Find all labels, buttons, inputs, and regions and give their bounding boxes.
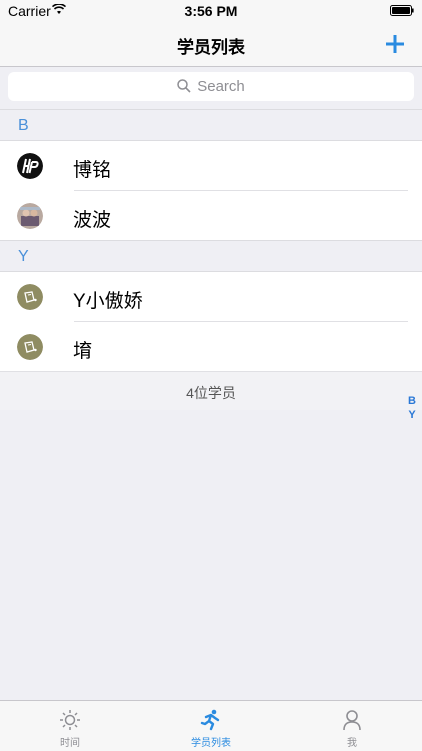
tab-label: 我 (347, 738, 357, 749)
student-name: Y小傲娇 (73, 291, 143, 312)
default-avatar (17, 284, 43, 310)
plus-icon[interactable] (380, 29, 410, 59)
tab-label: 时间 (60, 738, 80, 749)
tab-bar: 时间 学员列表 我 (0, 700, 422, 751)
person-icon (343, 710, 361, 731)
navigation-bar: 学员列表 (0, 22, 422, 67)
runner-icon (200, 709, 220, 731)
student-count: 4位学员 (186, 385, 236, 401)
tab-student-list[interactable]: 学员列表 (141, 701, 281, 751)
section-header-b: B (0, 109, 422, 141)
student-count-footer: 4位学员 (0, 371, 422, 410)
search-input[interactable]: Search (8, 72, 414, 101)
avatar (17, 334, 43, 360)
tab-label: 学员列表 (191, 738, 231, 749)
section-letter: B (18, 117, 29, 134)
list-item[interactable]: 博铭 (0, 141, 422, 191)
status-time: 3:56 PM (184, 3, 238, 19)
student-name: 波波 (73, 210, 112, 231)
status-bar: Carrier 3:56 PM (0, 0, 422, 22)
section-letter: Y (18, 248, 29, 265)
tab-time[interactable]: 时间 (0, 701, 140, 751)
default-avatar (17, 334, 43, 360)
page-title: 学员列表 (177, 38, 245, 57)
battery-icon (390, 5, 414, 16)
section-index[interactable]: B Y (406, 394, 418, 422)
index-letter-b[interactable]: B (406, 394, 418, 408)
search-icon (177, 79, 191, 93)
search-placeholder: Search (197, 78, 245, 95)
sun-icon (60, 710, 80, 730)
avatar (17, 153, 43, 179)
list-item[interactable]: 波波 (0, 191, 422, 241)
student-name: 堉 (73, 341, 93, 362)
avatar (17, 284, 43, 310)
hp-logo-avatar (17, 153, 43, 179)
index-letter-y[interactable]: Y (406, 408, 418, 422)
tab-me[interactable]: 我 (282, 701, 422, 751)
list-item[interactable]: Y小傲娇 (0, 272, 422, 322)
photo-avatar (17, 203, 43, 229)
avatar (17, 203, 43, 229)
list-item[interactable]: 堉 (0, 322, 422, 372)
section-header-y: Y (0, 240, 422, 272)
search-bar: Search (0, 67, 422, 107)
student-name: 博铭 (73, 160, 112, 181)
